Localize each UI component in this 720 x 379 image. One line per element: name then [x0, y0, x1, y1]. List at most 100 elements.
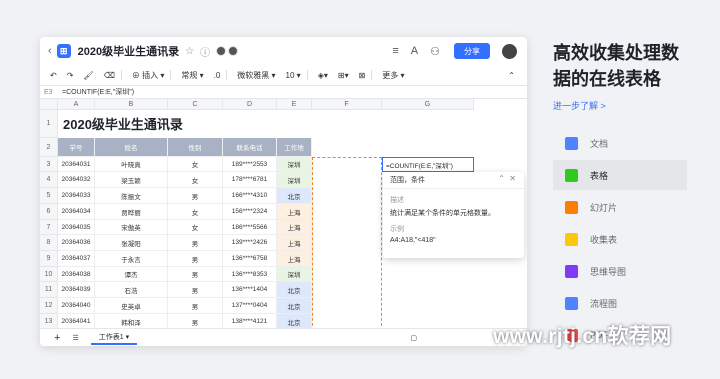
table-cell[interactable]: 女	[168, 220, 223, 235]
collaborator-avatars[interactable]	[214, 46, 239, 56]
table-header-cell[interactable]: 学号	[58, 138, 95, 157]
table-cell[interactable]: 男	[168, 298, 223, 314]
table-cell[interactable]: 156****2324	[223, 204, 277, 220]
table-cell[interactable]: 宋傲英	[95, 220, 168, 235]
table-cell[interactable]: 陈振文	[95, 188, 168, 204]
table-cell[interactable]: 张凝阳	[95, 235, 168, 251]
fill-color-icon[interactable]: ◈▾	[318, 71, 328, 80]
table-cell[interactable]: 男	[168, 282, 223, 298]
layers-icon[interactable]: ☰	[72, 334, 78, 342]
table-header-cell[interactable]: 工作地	[277, 138, 312, 157]
table-cell[interactable]: 史英卓	[95, 298, 168, 314]
redo-icon[interactable]: ↷	[67, 71, 74, 80]
view-toggle-icon[interactable]: ▢	[410, 334, 417, 342]
table-header-cell[interactable]: 姓名	[95, 138, 168, 157]
text-format-icon[interactable]: A	[411, 45, 418, 57]
row-header-2[interactable]: 2	[40, 138, 58, 157]
menu-item-1[interactable]: 表格	[553, 160, 687, 190]
sheet-tab[interactable]: 工作表1 ▾	[90, 331, 138, 345]
row-header-3[interactable]: 3	[40, 157, 58, 172]
tooltip-controls[interactable]: ⌃ ✕	[498, 174, 516, 183]
row-header-9[interactable]: 9	[40, 251, 58, 267]
table-cell[interactable]: 136****6758	[223, 251, 277, 267]
table-cell[interactable]: 上海	[277, 204, 312, 220]
table-cell[interactable]: 上海	[277, 235, 312, 251]
table-cell[interactable]: 叶晓真	[95, 157, 168, 172]
table-cell[interactable]: 贾晔丽	[95, 204, 168, 220]
table-cell[interactable]: 男	[168, 235, 223, 251]
table-header-cell[interactable]: 性别	[168, 138, 223, 157]
table-cell[interactable]: 深圳	[277, 267, 312, 282]
row-header-1[interactable]: 1	[40, 110, 58, 138]
star-icon[interactable]: ☆	[185, 46, 194, 57]
table-cell[interactable]: 男	[168, 267, 223, 282]
row-header-8[interactable]: 8	[40, 235, 58, 251]
row-header-12[interactable]: 12	[40, 298, 58, 314]
font-select[interactable]: 微软雅黑 ▾	[237, 70, 275, 81]
table-cell[interactable]: 谭杰	[95, 267, 168, 282]
column-header-e[interactable]: E	[277, 99, 312, 110]
table-cell[interactable]: 186****5566	[223, 220, 277, 235]
table-cell[interactable]: 137****0404	[223, 298, 277, 314]
table-cell[interactable]: 20364036	[58, 235, 95, 251]
table-cell[interactable]: 20364031	[58, 157, 95, 172]
table-cell[interactable]: 20364033	[58, 188, 95, 204]
table-cell[interactable]: 136****1404	[223, 282, 277, 298]
table-cell[interactable]: 20364032	[58, 172, 95, 188]
info-icon[interactable]: ⓘ	[200, 44, 210, 59]
table-cell[interactable]: 20364039	[58, 282, 95, 298]
add-user-icon[interactable]: ⚇	[430, 45, 440, 58]
table-cell[interactable]: 20364040	[58, 298, 95, 314]
row-header-6[interactable]: 6	[40, 204, 58, 220]
menu-item-3[interactable]: 收集表	[553, 224, 687, 254]
table-cell[interactable]: 20364034	[58, 204, 95, 220]
font-size-select[interactable]: 10 ▾	[286, 71, 301, 80]
insert-menu[interactable]: ⊕ 插入 ▾	[132, 70, 164, 81]
table-cell[interactable]: 178****6781	[223, 172, 277, 188]
table-cell[interactable]: 深圳	[277, 157, 312, 172]
menu-item-4[interactable]: 思维导图	[553, 256, 687, 286]
merge-cells-icon[interactable]: ⊠	[359, 71, 366, 80]
table-cell[interactable]: 20364038	[58, 267, 95, 282]
row-header-11[interactable]: 11	[40, 282, 58, 298]
undo-icon[interactable]: ↶	[50, 71, 57, 80]
table-cell[interactable]: 男	[168, 251, 223, 267]
menu-item-5[interactable]: 流程图	[553, 288, 687, 318]
column-header-b[interactable]: B	[95, 99, 168, 110]
more-menu[interactable]: 更多 ▾	[382, 70, 404, 81]
table-cell[interactable]: 189****2553	[223, 157, 277, 172]
menu-item-0[interactable]: 文档	[553, 128, 687, 158]
clear-format-icon[interactable]: ⌫	[104, 71, 115, 80]
add-sheet-icon[interactable]: +	[54, 332, 60, 344]
avatar[interactable]	[502, 43, 517, 59]
table-cell[interactable]: 男	[168, 188, 223, 204]
column-header-f[interactable]: F	[312, 99, 382, 110]
number-format-select[interactable]: 常规 ▾	[181, 70, 203, 81]
table-cell[interactable]: 139****2426	[223, 235, 277, 251]
table-cell[interactable]: 166****4310	[223, 188, 277, 204]
table-cell[interactable]: 136****8353	[223, 267, 277, 282]
table-cell[interactable]: 深圳	[277, 172, 312, 188]
row-header-7[interactable]: 7	[40, 220, 58, 235]
table-header-cell[interactable]: 联系电话	[223, 138, 277, 157]
table-cell[interactable]: 石浩	[95, 282, 168, 298]
column-header-corner[interactable]	[40, 99, 58, 110]
table-cell[interactable]: 上海	[277, 220, 312, 235]
back-icon[interactable]: ‹	[48, 45, 52, 57]
table-cell[interactable]: 女	[168, 157, 223, 172]
border-icon[interactable]: ⊞▾	[338, 71, 349, 80]
document-title[interactable]: 2020级毕业生通讯录	[78, 43, 179, 59]
table-cell[interactable]: 20364035	[58, 220, 95, 235]
formula-input[interactable]: =COUNTIF(E:E,"深圳")	[60, 87, 134, 97]
table-cell[interactable]: 北京	[277, 188, 312, 204]
decimal-button[interactable]: .0	[214, 71, 221, 80]
share-button[interactable]: 分享	[454, 43, 490, 59]
table-cell[interactable]: 女	[168, 204, 223, 220]
column-header-c[interactable]: C	[168, 99, 223, 110]
menu-item-2[interactable]: 幻灯片	[553, 192, 687, 222]
column-header-g[interactable]: G	[382, 99, 474, 110]
table-cell[interactable]: 上海	[277, 251, 312, 267]
collapse-toolbar-icon[interactable]: ⌃	[508, 71, 515, 80]
menu-icon[interactable]: ≡	[392, 45, 398, 57]
column-header-a[interactable]: A	[58, 99, 95, 110]
